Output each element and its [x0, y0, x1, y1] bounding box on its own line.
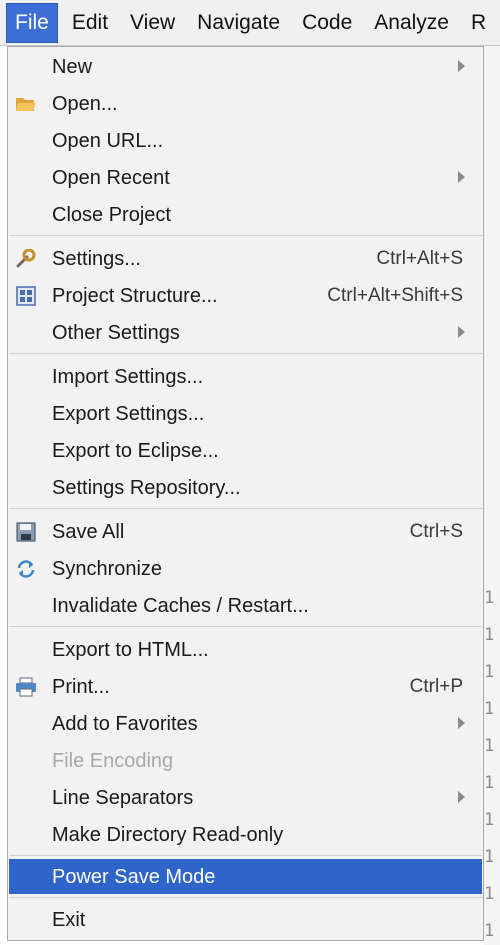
menu-item-shortcut: Ctrl+Alt+S [376, 247, 463, 269]
menu-item-label: Invalidate Caches / Restart... [52, 594, 309, 617]
line-number: 1 [484, 921, 495, 941]
menu-item-label: Project Structure... [52, 284, 218, 307]
line-number: 1 [484, 588, 495, 608]
submenu-arrow-icon [458, 171, 465, 183]
menu-item-save-all[interactable]: Save All Ctrl+S [9, 514, 482, 549]
menu-item-open-url[interactable]: Open URL... [9, 123, 482, 158]
menu-item-exit[interactable]: Exit [9, 902, 482, 937]
menu-item-export-to-eclipse[interactable]: Export to Eclipse... [9, 433, 482, 468]
line-number: 1 [484, 662, 495, 682]
menu-item-shortcut: Ctrl+S [409, 520, 463, 542]
menu-item-label: Save All [52, 520, 125, 543]
line-number: 1 [484, 699, 495, 719]
menu-separator [9, 508, 482, 509]
menu-item-new[interactable]: New [9, 49, 482, 84]
line-number: 1 [484, 736, 495, 756]
menu-item-project-structure[interactable]: Project Structure... Ctrl+Alt+Shift+S [9, 278, 482, 313]
menu-item-shortcut: Ctrl+Alt+Shift+S [327, 284, 463, 306]
menu-item-label: File Encoding [52, 749, 174, 772]
menu-item-label: Settings Repository... [52, 476, 241, 499]
menu-item-label: New [52, 55, 93, 78]
save-icon [15, 522, 37, 542]
menu-item-label: Synchronize [52, 557, 163, 580]
menu-item-file-encoding: File Encoding [9, 743, 482, 778]
menu-separator [9, 353, 482, 354]
sync-icon [15, 559, 37, 579]
submenu-arrow-icon [458, 791, 465, 803]
project-structure-icon [15, 286, 37, 306]
menu-item-label: Line Separators [52, 786, 194, 809]
menu-separator [9, 897, 482, 898]
menu-item-label: Import Settings... [52, 365, 204, 388]
menu-item-print[interactable]: Print... Ctrl+P [9, 669, 482, 704]
menu-item-shortcut: Ctrl+P [409, 675, 463, 697]
menu-item-label: Open URL... [52, 129, 164, 152]
submenu-arrow-icon [458, 717, 465, 729]
menu-view[interactable]: View [122, 4, 183, 42]
wrench-icon [15, 249, 37, 269]
line-number: 1 [484, 773, 495, 793]
line-number: 1 [484, 847, 495, 867]
menu-item-open-recent[interactable]: Open Recent [9, 160, 482, 195]
menu-item-make-directory-read-only[interactable]: Make Directory Read-only [9, 817, 482, 852]
menu-separator [9, 855, 482, 856]
menu-separator [9, 235, 482, 236]
menu-item-open[interactable]: Open... [9, 86, 482, 121]
menu-analyze[interactable]: Analyze [366, 4, 457, 42]
submenu-arrow-icon [458, 60, 465, 72]
menu-item-other-settings[interactable]: Other Settings [9, 315, 482, 350]
menu-item-import-settings[interactable]: Import Settings... [9, 359, 482, 394]
menu-item-add-to-favorites[interactable]: Add to Favorites [9, 706, 482, 741]
menu-bar: File Edit View Navigate Code Analyze R [0, 0, 500, 46]
menu-item-label: Other Settings [52, 321, 180, 344]
menu-item-label: Settings... [52, 247, 141, 270]
menu-item-export-settings[interactable]: Export Settings... [9, 396, 482, 431]
menu-item-label: Export Settings... [52, 402, 205, 425]
menu-refactor[interactable]: R [463, 4, 494, 42]
menu-navigate[interactable]: Navigate [189, 4, 288, 42]
menu-item-label: Open Recent [52, 166, 170, 189]
menu-item-label: Open... [52, 92, 118, 115]
file-menu-dropdown: New Open... Open URL... Open Recent Clos… [7, 46, 484, 941]
menu-item-label: Add to Favorites [52, 712, 198, 735]
menu-item-line-separators[interactable]: Line Separators [9, 780, 482, 815]
menu-item-close-project[interactable]: Close Project [9, 197, 482, 232]
menu-item-power-save-mode[interactable]: Power Save Mode [9, 859, 482, 894]
editor-background: 1 1 1 1 1 1 1 1 1 1 [484, 46, 500, 945]
menu-item-export-to-html[interactable]: Export to HTML... [9, 632, 482, 667]
menu-file[interactable]: File [6, 2, 58, 43]
line-number: 1 [484, 884, 495, 904]
menu-separator [9, 626, 482, 627]
menu-code[interactable]: Code [294, 4, 360, 42]
menu-item-synchronize[interactable]: Synchronize [9, 551, 482, 586]
menu-item-label: Power Save Mode [52, 865, 216, 888]
folder-open-icon [15, 94, 37, 114]
line-number: 1 [484, 625, 495, 645]
menu-item-label: Print... [52, 675, 110, 698]
menu-item-settings[interactable]: Settings... Ctrl+Alt+S [9, 241, 482, 276]
print-icon [15, 677, 37, 697]
menu-item-label: Close Project [52, 203, 171, 226]
menu-item-label: Export to Eclipse... [52, 439, 219, 462]
menu-item-label: Make Directory Read-only [52, 823, 284, 846]
menu-item-settings-repository[interactable]: Settings Repository... [9, 470, 482, 505]
menu-item-label: Exit [52, 908, 86, 931]
menu-item-invalidate-caches[interactable]: Invalidate Caches / Restart... [9, 588, 482, 623]
line-number: 1 [484, 810, 495, 830]
submenu-arrow-icon [458, 326, 465, 338]
menu-edit[interactable]: Edit [64, 4, 116, 42]
menu-item-label: Export to HTML... [52, 638, 209, 661]
